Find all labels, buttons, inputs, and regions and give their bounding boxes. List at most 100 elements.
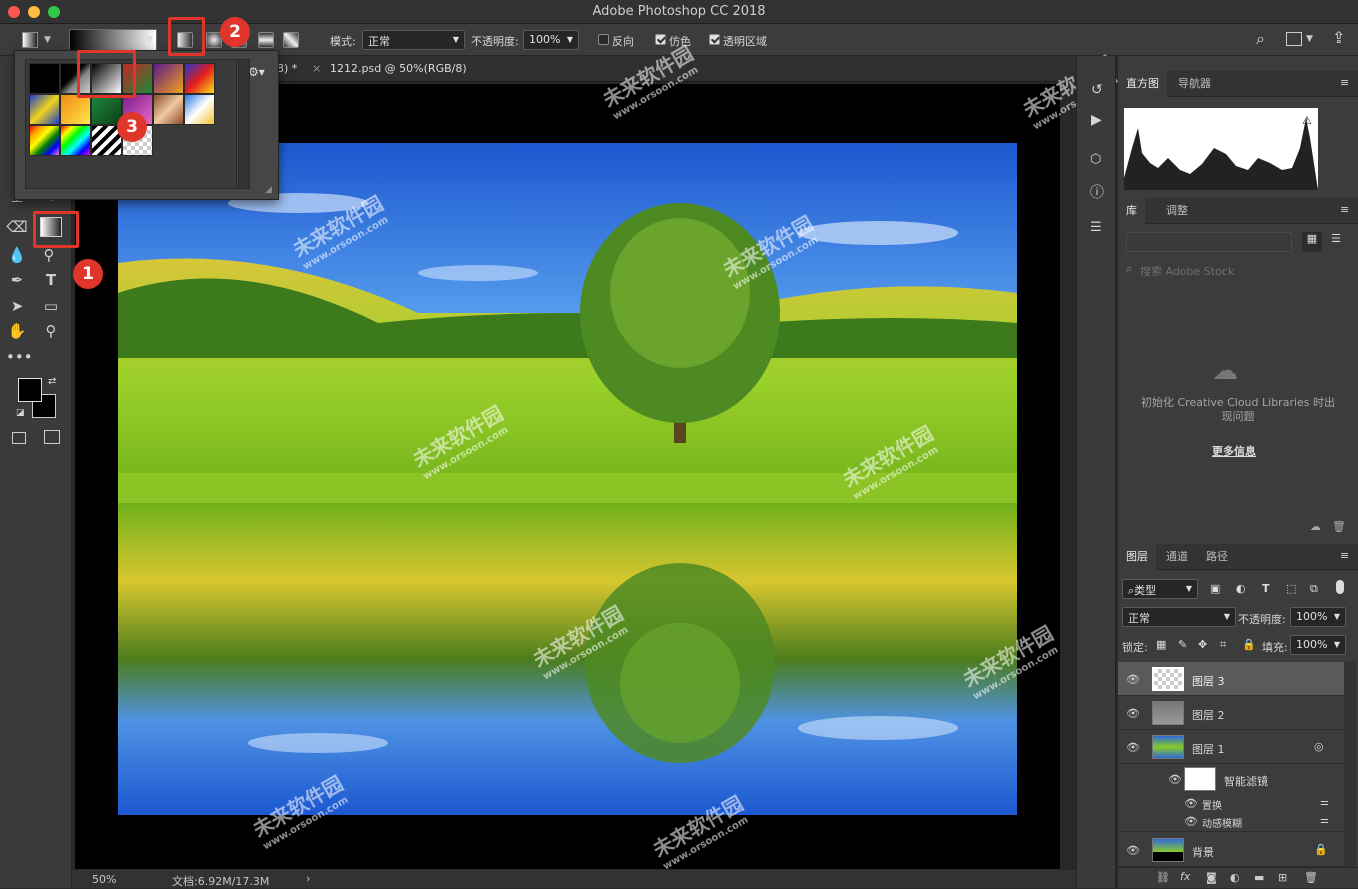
info-icon[interactable]: ⓘ — [1090, 182, 1104, 202]
layer-row[interactable]: 👁 背景 🔒 — [1118, 833, 1344, 867]
fx-icon[interactable]: fx — [1180, 870, 1190, 883]
filter-name[interactable]: 动感模糊 — [1202, 815, 1242, 830]
link-layers-icon[interactable]: ⛓ — [1156, 871, 1170, 884]
gradient-swatch-spectrum[interactable] — [60, 125, 91, 156]
visibility-eye-icon[interactable]: 👁 — [1126, 844, 1140, 857]
tab-paths[interactable]: 路径 — [1198, 544, 1236, 570]
properties-icon[interactable]: ☰ — [1090, 220, 1102, 235]
visibility-eye-icon[interactable]: 👁 — [1126, 673, 1140, 686]
chevron-down-icon[interactable]: ▼ — [146, 35, 153, 45]
trash-icon[interactable]: 🗑 — [1304, 871, 1318, 884]
gradient-swatch[interactable] — [29, 94, 60, 125]
chevron-down-icon[interactable]: ▼ — [1306, 34, 1313, 44]
new-group-icon[interactable]: ▬ — [1254, 871, 1264, 884]
smart-object-filter-icon[interactable]: ⧉ — [1310, 582, 1318, 596]
grid-view-icon[interactable]: ▦ — [1302, 232, 1322, 252]
layer-filter-select[interactable]: ⌕类型 ▼ — [1122, 579, 1198, 599]
visibility-eye-icon[interactable]: 👁 — [1126, 707, 1140, 720]
stock-search-input[interactable]: 搜索 Adobe Stock — [1140, 263, 1234, 279]
rectangle-tool-icon[interactable]: ▭ — [40, 295, 62, 317]
layer-name[interactable]: 图层 3 — [1192, 673, 1225, 689]
gradient-swatch[interactable] — [29, 63, 60, 94]
more-info-link[interactable]: 更多信息 — [1212, 443, 1256, 459]
reflected-gradient-button[interactable] — [258, 32, 274, 48]
mode-select[interactable]: 正常 ▼ — [362, 30, 465, 50]
fill-input[interactable]: 100% ▼ — [1290, 635, 1346, 655]
lock-all-icon[interactable]: 🔒 — [1242, 638, 1256, 651]
gradient-preview[interactable] — [69, 29, 157, 51]
lock-artboard-icon[interactable]: ⌗ — [1220, 638, 1226, 652]
filter-row[interactable]: 👁 置换 ⚌ — [1118, 794, 1344, 812]
chevron-down-icon[interactable]: ▼ — [44, 35, 51, 45]
panel-menu-icon[interactable]: ≡ — [1340, 203, 1349, 216]
history-icon[interactable]: ↺ — [1091, 82, 1103, 98]
shape-filter-icon[interactable]: ⬚ — [1286, 582, 1296, 595]
add-mask-icon[interactable]: ◙ — [1206, 871, 1217, 884]
tab-adjustments[interactable]: 调整 — [1158, 198, 1196, 224]
blend-mode-select[interactable]: 正常 ▼ — [1122, 607, 1236, 627]
workspace-icon[interactable] — [1286, 32, 1302, 46]
tool-preset-icon[interactable] — [22, 32, 38, 48]
eraser-tool-icon[interactable]: ⌫ — [6, 216, 28, 238]
gradient-swatch[interactable] — [184, 63, 215, 94]
zoom-level[interactable]: 50% — [92, 873, 116, 886]
visibility-eye-icon[interactable]: 👁 — [1184, 797, 1198, 810]
smart-filter-indicator-icon[interactable]: ◎ — [1314, 740, 1324, 753]
search-icon[interactable]: ⌕ — [1256, 29, 1265, 49]
cloud-sync-icon[interactable]: ☁ — [1310, 520, 1321, 533]
layer-opacity-input[interactable]: 100% ▼ — [1290, 607, 1346, 627]
lock-pixels-icon[interactable]: ✎ — [1178, 638, 1187, 651]
tab-navigator[interactable]: 导航器 — [1170, 71, 1219, 97]
zoom-tool-icon[interactable]: ⚲ — [40, 320, 62, 342]
new-layer-icon[interactable]: ⊞ — [1278, 871, 1287, 884]
smart-filter-row[interactable]: 👁 智能滤镜 — [1118, 764, 1344, 794]
transparency-checkbox[interactable] — [709, 34, 720, 45]
layer-row[interactable]: 👁 图层 1 ◎ — [1118, 730, 1344, 764]
gradient-swatch[interactable] — [184, 94, 215, 125]
dither-checkbox[interactable] — [655, 34, 666, 45]
diamond-gradient-button[interactable] — [283, 32, 299, 48]
adjustment-filter-icon[interactable]: ◐ — [1236, 582, 1246, 595]
layer-name[interactable]: 图层 1 — [1192, 741, 1225, 757]
visibility-eye-icon[interactable]: 👁 — [1184, 815, 1198, 828]
adjustment-layer-icon[interactable]: ◐ — [1230, 871, 1240, 884]
lock-transparent-icon[interactable]: ▦ — [1156, 638, 1166, 651]
type-filter-icon[interactable]: T — [1262, 582, 1270, 595]
resize-grip-icon[interactable]: ◢ — [265, 185, 272, 195]
layer-row[interactable]: 👁 图层 3 — [1118, 662, 1344, 696]
filter-toggle[interactable] — [1336, 580, 1344, 594]
type-tool-icon[interactable]: T — [40, 269, 62, 291]
share-icon[interactable]: ⇪ — [1332, 28, 1345, 47]
layer-row[interactable]: 👁 图层 2 — [1118, 696, 1344, 730]
panel-menu-icon[interactable]: ≡ — [1340, 76, 1349, 89]
screen-mode-icon[interactable] — [44, 430, 60, 444]
close-icon[interactable]: × — [312, 62, 321, 75]
pixel-filter-icon[interactable]: ▣ — [1210, 582, 1220, 595]
filter-options-icon[interactable]: ⚌ — [1320, 797, 1329, 808]
filter-options-icon[interactable]: ⚌ — [1320, 815, 1329, 826]
layer-name[interactable]: 智能滤镜 — [1224, 773, 1268, 789]
tab-histogram[interactable]: 直方图 — [1118, 71, 1167, 97]
hand-tool-icon[interactable]: ✋ — [6, 320, 28, 342]
default-colors-icon[interactable]: ◪ — [16, 408, 25, 418]
visibility-eye-icon[interactable]: 👁 — [1126, 741, 1140, 754]
tab-libraries[interactable]: 库 — [1118, 198, 1145, 224]
tab-channels[interactable]: 通道 — [1158, 544, 1196, 570]
gradient-swatch[interactable] — [153, 94, 184, 125]
gradient-swatch[interactable] — [153, 63, 184, 94]
more-tools-icon[interactable]: ••• — [6, 346, 33, 368]
warning-icon[interactable]: ⚠ — [1302, 114, 1312, 127]
path-select-icon[interactable]: ➤ — [6, 295, 28, 317]
filter-name[interactable]: 置换 — [1202, 797, 1222, 812]
layer-name[interactable]: 图层 2 — [1192, 707, 1225, 723]
tab-document-2[interactable]: 1212.psd @ 50%(RGB/8) — [330, 62, 467, 75]
panel-menu-icon[interactable]: ≡ — [1340, 549, 1349, 562]
opacity-input[interactable]: 100% ▼ — [523, 30, 579, 50]
blur-tool-icon[interactable]: 💧 — [6, 244, 28, 266]
filter-row[interactable]: 👁 动感模糊 ⚌ — [1118, 812, 1344, 832]
picker-scrollbar[interactable] — [238, 59, 250, 189]
gradient-swatch-spectrum[interactable] — [29, 125, 60, 156]
gradient-swatch[interactable] — [60, 94, 91, 125]
chevron-right-icon[interactable]: › — [306, 872, 310, 885]
reverse-checkbox[interactable] — [598, 34, 609, 45]
